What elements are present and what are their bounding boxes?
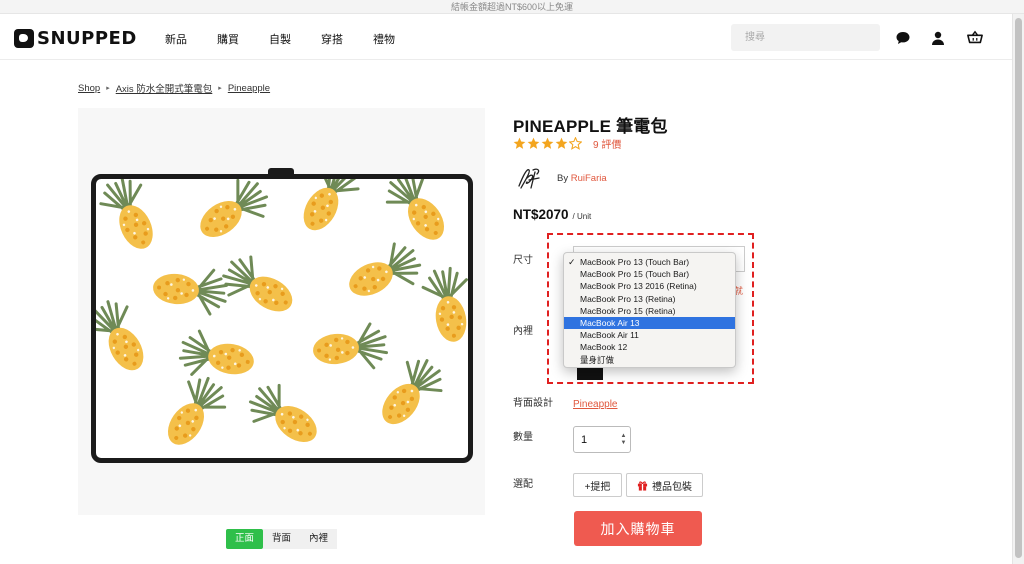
breadcrumb-product[interactable]: Pineapple (228, 83, 270, 94)
lining-label: 內裡 (513, 326, 533, 337)
dropdown-option[interactable]: ✓ MacBook Pro 13 (Touch Bar) (564, 256, 735, 268)
size-dropdown-menu[interactable]: ✓ MacBook Pro 13 (Touch Bar) MacBook Pro … (563, 252, 736, 368)
checkmark-icon: ✓ (568, 257, 576, 267)
add-to-cart-button[interactable]: 加入購物車 (574, 511, 702, 546)
cart-icon[interactable] (967, 30, 983, 46)
option-label: MacBook Pro 13 (Retina) (580, 293, 676, 304)
review-count-link[interactable]: 9 評價 (593, 136, 621, 151)
designer-info: By RuiFaria (513, 164, 607, 192)
site-header: SNUPPED 新品 購買 自製 穿搭 禮物 (0, 14, 1012, 60)
breadcrumb: Shop ▸ Axis 防水全開式筆電包 ▸ Pineapple (78, 81, 270, 96)
rating-stars[interactable]: 9 評價 (513, 136, 621, 151)
dropdown-option[interactable]: MacBook Pro 13 2016 (Retina) (564, 280, 735, 292)
option-label: MacBook 12 (580, 342, 628, 353)
site-logo[interactable]: SNUPPED (14, 27, 137, 49)
shipping-notice-bar: 結帳金額超過NT$600以上免運 (0, 0, 1024, 14)
breadcrumb-chevron-icon: ▸ (218, 85, 222, 92)
star-filled-icon (513, 137, 526, 149)
option-label: 量身訂做 (580, 354, 615, 365)
nav-item-new[interactable]: 新品 (165, 31, 187, 47)
star-empty-icon (569, 137, 582, 150)
addons-label: 選配 (513, 479, 533, 490)
logo-mark-icon (14, 28, 34, 48)
breadcrumb-chevron-icon: ▸ (106, 85, 110, 92)
gift-wrap-label: 禮品包裝 (652, 481, 692, 493)
product-title: PINEAPPLE 筆電包 (513, 117, 668, 136)
tab-lining[interactable]: 內裡 (300, 529, 338, 549)
laptop-bag-photo (91, 174, 473, 463)
breadcrumb-category[interactable]: Axis 防水全開式筆電包 (116, 81, 213, 95)
gift-wrap-button[interactable]: 禮品包裝 (626, 473, 703, 497)
star-filled-icon (527, 137, 540, 149)
option-label: MacBook Air 11 (580, 330, 639, 341)
dropdown-option[interactable]: MacBook Air 11 (564, 329, 735, 341)
pineapple-pattern (96, 179, 468, 457)
scrollbar-thumb[interactable] (1015, 18, 1022, 558)
dropdown-option[interactable]: MacBook 12 (564, 341, 735, 353)
option-label: MacBook Pro 13 (Touch Bar) (580, 257, 690, 267)
gift-icon (637, 480, 648, 491)
breadcrumb-shop[interactable]: Shop (78, 83, 100, 94)
by-label: By (557, 172, 569, 184)
designer-link[interactable]: RuiFaria (571, 173, 607, 184)
designer-signature-logo (518, 168, 540, 189)
dropdown-option[interactable]: MacBook Pro 13 (Retina) (564, 293, 735, 305)
star-filled-icon (541, 137, 554, 149)
chat-icon[interactable] (895, 30, 911, 46)
chevron-up-icon[interactable]: ▲ (621, 433, 627, 440)
price-unit: / Unit (572, 212, 592, 221)
back-design-label: 背面設計 (513, 398, 553, 409)
nav-item-style[interactable]: 穿搭 (321, 31, 343, 47)
back-design-link[interactable]: Pineapple (573, 399, 617, 410)
dropdown-option-highlighted[interactable]: MacBook Air 13 (564, 316, 735, 330)
nav-item-custom[interactable]: 自製 (269, 31, 291, 47)
tab-back[interactable]: 背面 (263, 529, 301, 549)
product-price: NT$2070 / Unit (513, 207, 591, 222)
option-label: MacBook Air 13 (580, 317, 640, 328)
price-amount: NT$2070 (513, 207, 569, 222)
chevron-down-icon[interactable]: ▼ (621, 440, 627, 447)
option-label: MacBook Pro 15 (Retina) (580, 305, 676, 316)
page-scrollbar[interactable] (1012, 14, 1024, 564)
star-filled-icon (555, 137, 568, 149)
designer-byline: By RuiFaria (557, 173, 607, 184)
quantity-stepper[interactable]: ▲ ▼ (619, 431, 628, 448)
shipping-notice: 結帳金額超過NT$600以上免運 (450, 2, 574, 12)
search-input[interactable] (731, 24, 880, 51)
option-label: MacBook Pro 15 (Touch Bar) (580, 269, 690, 280)
view-tabs: 正面 背面 內裡 (226, 529, 338, 549)
option-label: MacBook Pro 13 2016 (Retina) (580, 281, 697, 292)
product-image[interactable] (78, 108, 485, 515)
size-label: 尺寸 (513, 255, 533, 266)
nav-item-gift[interactable]: 禮物 (373, 31, 395, 47)
dropdown-option[interactable]: MacBook Pro 15 (Retina) (564, 305, 735, 317)
dropdown-option[interactable]: MacBook Pro 15 (Touch Bar) (564, 268, 735, 280)
user-icon[interactable] (930, 30, 946, 46)
dropdown-option[interactable]: 量身訂做 (564, 354, 735, 366)
add-handle-button[interactable]: +提把 (573, 473, 622, 497)
main-nav: 新品 購買 自製 穿搭 禮物 (165, 31, 425, 47)
tab-front[interactable]: 正面 (226, 529, 264, 549)
nav-item-shop[interactable]: 購買 (217, 31, 239, 47)
quantity-label: 數量 (513, 432, 533, 443)
logo-text: SNUPPED (37, 27, 137, 49)
